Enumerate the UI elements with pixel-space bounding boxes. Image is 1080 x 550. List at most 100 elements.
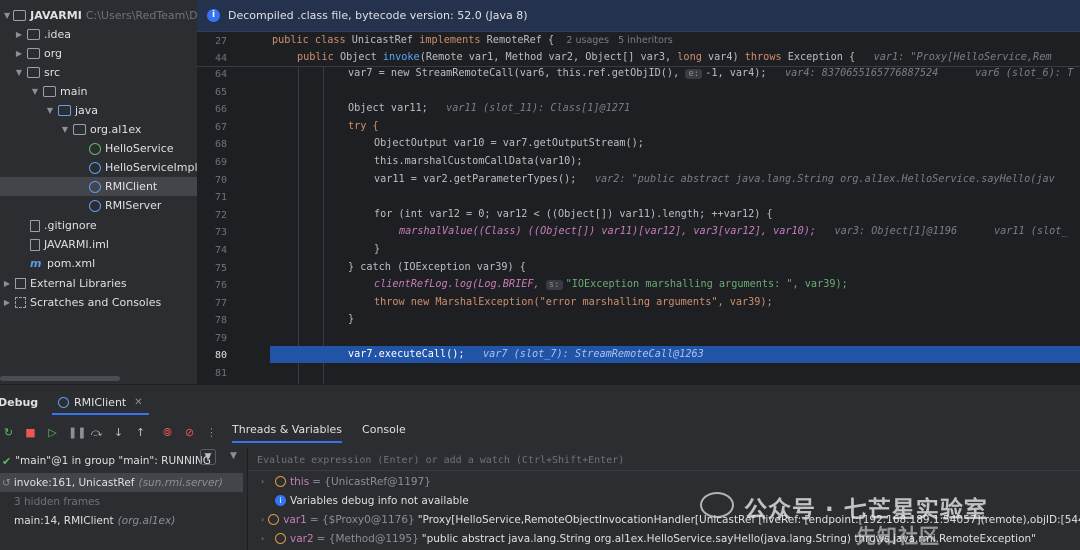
inline-debug-value: var4: 8370655165776887524 var6 (slot_6):… [784, 68, 1074, 79]
line-number: 77 [214, 298, 227, 309]
step-into-icon[interactable]: ↓ [112, 426, 125, 439]
chevron-down-icon[interactable]: ▼ [230, 451, 237, 461]
code-line-69[interactable]: this.marshalCustomCallData(var10); [374, 156, 583, 167]
chevron-right-icon[interactable]: ▶ [2, 298, 12, 307]
stop-icon[interactable]: ■ [24, 426, 37, 439]
code-text: try { [348, 121, 379, 132]
chevron-down-icon[interactable]: ▼ [30, 87, 40, 96]
code-text: for (int var12 = 0; var12 < ((Object[]) … [374, 209, 773, 220]
param-hint: e: [685, 69, 703, 79]
code-text: "IOException marshalling arguments: ", v… [565, 279, 848, 290]
class-icon [89, 199, 101, 212]
code-line-66[interactable]: Object var11; var11 (slot_11): Class[1]@… [348, 103, 630, 114]
tree-scrollbar[interactable] [0, 376, 120, 381]
more-icon[interactable]: ⋮ [205, 426, 218, 439]
tab-threads-variables[interactable]: Threads & Variables [232, 423, 343, 443]
library-icon [15, 278, 26, 289]
code-line-64[interactable]: var7 = new StreamRemoteCall(var6, this.r… [348, 68, 1073, 79]
line-number: 79 [214, 333, 227, 344]
inline-debug-value: var3: Object[1]@1196 var11 (slot_ [834, 226, 1068, 237]
sticky-line[interactable]: 27 public class UnicastRef implements Re… [197, 33, 1080, 50]
evaluate-input[interactable] [257, 455, 857, 466]
tree-item-package[interactable]: ▼ org.al1ex [0, 120, 197, 139]
chevron-right-icon[interactable]: › [261, 515, 264, 524]
chevron-right-icon[interactable]: ▶ [2, 279, 12, 288]
tab-console[interactable]: Console [362, 423, 406, 443]
chevron-right-icon[interactable]: ▶ [14, 30, 24, 39]
line-number: 71 [214, 192, 227, 203]
code-line-80[interactable]: var7.executeCall(); var7 (slot_7): Strea… [348, 349, 704, 360]
tree-item-java[interactable]: ▼ java [0, 101, 197, 120]
resume-icon[interactable]: ▷ [46, 426, 59, 439]
hidden-frames[interactable]: 3 hidden frames [0, 492, 243, 511]
chevron-right-icon[interactable]: › [261, 534, 271, 543]
tree-item-idea[interactable]: ▶ .idea [0, 25, 197, 44]
line-number: 74 [214, 245, 227, 256]
tree-item-label: HelloServiceImpl [105, 161, 197, 174]
debug-view-tabs: Threads & Variables Console [232, 423, 426, 443]
tree-item-label: RMIServer [105, 199, 162, 212]
chevron-down-icon[interactable]: ▼ [45, 106, 55, 115]
pause-icon[interactable]: ❚❚ [68, 426, 86, 439]
code-line-67[interactable]: try { [348, 121, 379, 132]
sticky-line[interactable]: 44 public Object invoke(Remote var1, Met… [197, 50, 1080, 67]
tree-item-helloserviceimpl[interactable]: HelloServiceImpl [0, 158, 197, 177]
code-line-73[interactable]: marshalValue((Class) ((Object[]) var11)[… [399, 226, 1068, 237]
line-number: 66 [214, 104, 227, 115]
tree-item-iml[interactable]: JAVARMI.iml [0, 235, 197, 254]
thread-label: "main"@1 in group "main": RUNNING [15, 455, 211, 467]
inline-debug-value: var1: "Proxy[HelloService,Rem [873, 52, 1052, 63]
code-text: Object var11; [348, 103, 428, 114]
line-number: 75 [214, 263, 227, 274]
tree-item-label: pom.xml [47, 257, 96, 270]
tree-item-helloservice[interactable]: HelloService [0, 139, 197, 158]
code-line-74[interactable]: } [374, 244, 380, 255]
usages-hint[interactable]: 2 usages 5 inheritors [566, 35, 672, 46]
close-icon[interactable]: ✕ [134, 397, 142, 408]
run-config-tab[interactable]: RMIClient ✕ [52, 391, 149, 415]
code-editor[interactable]: i Decompiled .class file, bytecode versi… [197, 0, 1080, 384]
chevron-down-icon[interactable]: ▼ [4, 11, 10, 20]
tree-item-pom[interactable]: m pom.xml [0, 254, 197, 273]
variable-name: this [290, 475, 310, 488]
line-number-current: 80 [214, 350, 227, 361]
frame-method: 3 hidden frames [14, 495, 100, 508]
stack-frame[interactable]: main:14, RMIClient (org.al1ex) [0, 511, 243, 530]
chevron-down-icon[interactable]: ▼ [60, 125, 70, 134]
view-breakpoints-icon[interactable]: ⦾ [161, 426, 174, 439]
code-line-68[interactable]: ObjectOutput var10 = var7.getOutputStrea… [374, 138, 644, 149]
maven-icon: m [30, 257, 42, 270]
tree-item-main[interactable]: ▼ main [0, 82, 197, 101]
step-out-icon[interactable]: ↑ [134, 426, 147, 439]
tree-item-gitignore[interactable]: .gitignore [0, 216, 197, 235]
filter-icon[interactable]: ▼ [200, 449, 216, 465]
code-line-77[interactable]: throw new MarshalException("error marsha… [374, 297, 773, 308]
tree-root[interactable]: ▼ JAVARMI C:\Users\RedTeam\Deskt [0, 6, 197, 25]
rerun-icon[interactable]: ↻ [2, 426, 15, 439]
tree-item-src[interactable]: ▼ src [0, 63, 197, 82]
chevron-right-icon[interactable]: ▶ [14, 49, 24, 58]
stack-frame[interactable]: ↺ invoke:161, UnicastRef (sun.rmi.server… [0, 473, 243, 492]
tree-item-rmiclient[interactable]: RMIClient [0, 177, 197, 196]
mute-breakpoints-icon[interactable]: ⊘ [183, 426, 196, 439]
step-over-icon[interactable]: ⤼ [90, 426, 103, 439]
code-line-76[interactable]: clientRefLog.log(Log.BRIEF, s: "IOExcepti… [374, 279, 848, 290]
debug-title: Debug [0, 395, 39, 409]
tree-item-org[interactable]: ▶ org [0, 44, 197, 63]
frames-pane: ✔ "main"@1 in group "main": RUNNING ▼ ▼ … [0, 447, 248, 550]
wechat-icon [700, 492, 734, 518]
folder-icon [27, 67, 40, 78]
frame-icon: ↺ [2, 476, 11, 489]
code-line-70[interactable]: var11 = var2.getParameterTypes(); var2: … [374, 174, 1055, 185]
code-line-78[interactable]: } [348, 314, 354, 325]
project-tree: ▼ JAVARMI C:\Users\RedTeam\Deskt ▶ .idea… [0, 0, 197, 384]
tree-item-rmiserver[interactable]: RMIServer [0, 196, 197, 215]
tree-item-external-libraries[interactable]: ▶ External Libraries [0, 274, 197, 293]
tree-root-name: JAVARMI [30, 9, 82, 22]
code-line-72[interactable]: for (int var12 = 0; var12 < ((Object[]) … [374, 209, 773, 220]
code-line-75[interactable]: } catch (IOException var39) { [348, 262, 526, 273]
chevron-right-icon[interactable]: › [261, 477, 271, 486]
code-text: var11 = var2.getParameterTypes(); [374, 174, 577, 185]
chevron-down-icon[interactable]: ▼ [14, 68, 24, 77]
tree-item-scratches[interactable]: ▶ Scratches and Consoles [0, 293, 197, 312]
